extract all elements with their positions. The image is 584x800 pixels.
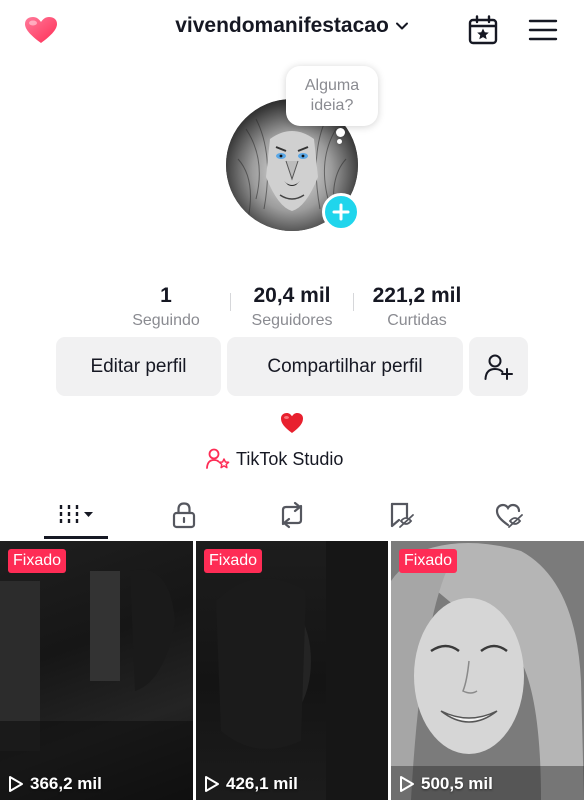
stat-divider — [230, 293, 231, 311]
play-icon — [205, 776, 219, 792]
stat-likes[interactable]: 221,2 mil Curtidas — [360, 283, 474, 333]
likes-count: 221,2 mil — [372, 284, 462, 307]
add-user-icon — [484, 354, 513, 380]
repost-icon — [281, 501, 303, 529]
following-count: 1 — [160, 284, 172, 307]
video-thumbnail[interactable]: Fixado 500,5 mil — [391, 541, 584, 800]
view-count-text: 426,1 mil — [226, 774, 298, 793]
tab-liked[interactable] — [480, 490, 540, 540]
idea-bubble[interactable]: Alguma ideia? — [286, 66, 378, 126]
edit-profile-label: Editar perfil — [90, 355, 187, 377]
view-count-text: 366,2 mil — [30, 774, 102, 793]
video-thumbnail[interactable]: Fixado 366,2 mil — [0, 541, 193, 800]
play-icon — [400, 776, 414, 792]
video-grid: Fixado 366,2 mil Fixado 426,1 mil Fixado… — [0, 541, 584, 800]
lock-icon — [172, 502, 196, 529]
stat-following[interactable]: 1 Seguindo — [116, 283, 216, 333]
video-frame — [0, 569, 193, 800]
account-switcher[interactable]: vivendomanifestacao — [175, 14, 409, 38]
video-frame — [216, 541, 388, 800]
bubble-tail-small — [337, 139, 342, 144]
tiktok-studio-link[interactable]: TikTok Studio — [206, 448, 343, 470]
view-count: 500,5 mil — [399, 774, 493, 794]
tab-favorites[interactable] — [372, 490, 432, 540]
username-text: vivendomanifestacao — [175, 14, 389, 37]
tab-videos[interactable] — [44, 490, 108, 540]
menu-icon[interactable] — [528, 17, 558, 43]
active-tab-indicator — [44, 536, 108, 539]
pinned-badge: Fixado — [399, 549, 458, 573]
profile-tabs — [0, 490, 584, 540]
tab-private[interactable] — [154, 490, 214, 540]
pinned-badge: Fixado — [204, 549, 263, 573]
videos-grid-icon — [59, 505, 93, 525]
following-label: Seguindo — [132, 312, 200, 329]
stat-divider — [353, 293, 354, 311]
add-avatar-button[interactable] — [322, 193, 360, 231]
view-count-text: 500,5 mil — [421, 774, 493, 793]
view-count: 426,1 mil — [204, 774, 298, 794]
share-profile-label: Compartilhar perfil — [267, 355, 423, 377]
edit-profile-button[interactable]: Editar perfil — [56, 337, 221, 396]
share-profile-button[interactable]: Compartilhar perfil — [227, 337, 463, 396]
bubble-tail — [336, 128, 345, 137]
video-thumbnail[interactable]: Fixado 426,1 mil — [196, 541, 388, 800]
play-icon — [9, 776, 23, 792]
view-count: 366,2 mil — [8, 774, 102, 794]
bubble-line1: Alguma — [304, 77, 360, 94]
followers-label: Seguidores — [251, 312, 333, 329]
stat-followers[interactable]: 20,4 mil Seguidores — [236, 283, 348, 333]
liked-hidden-icon — [495, 503, 523, 528]
favorites-hidden-icon — [390, 502, 414, 528]
chevron-down-icon — [395, 22, 408, 30]
tiktok-studio-label: TikTok Studio — [236, 448, 344, 469]
tab-reposts[interactable] — [262, 490, 322, 540]
followers-count: 20,4 mil — [253, 284, 331, 307]
likes-label: Curtidas — [387, 312, 447, 329]
creator-star-icon — [206, 448, 230, 469]
add-friends-button[interactable] — [469, 337, 528, 396]
pinned-badge: Fixado — [8, 549, 67, 573]
bio-heart-emoji — [281, 413, 303, 433]
plus-icon — [332, 203, 350, 221]
video-frame — [391, 541, 584, 800]
calendar-star-icon[interactable] — [467, 14, 499, 46]
profile-header: vivendomanifestacao — [0, 0, 584, 60]
bubble-line2: ideia? — [310, 97, 354, 114]
